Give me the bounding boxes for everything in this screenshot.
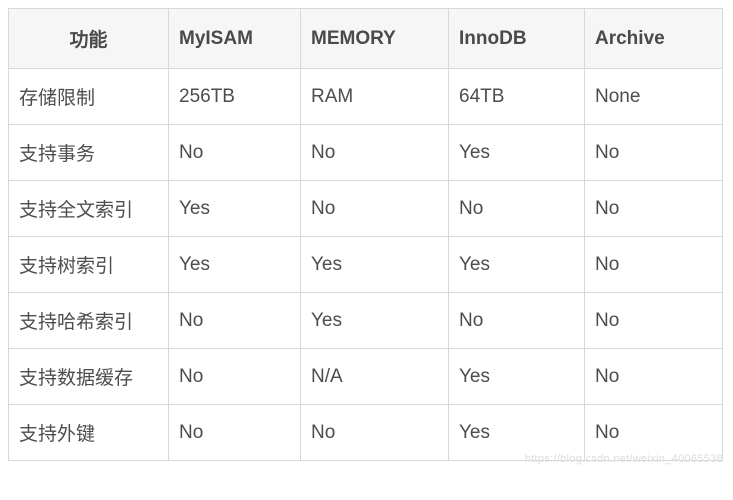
header-memory: MEMORY: [301, 9, 449, 69]
table-row: 支持数据缓存 No N/A Yes No: [9, 349, 723, 405]
cell-value: Yes: [301, 237, 449, 293]
cell-value: No: [585, 293, 723, 349]
cell-value: No: [169, 349, 301, 405]
cell-value: Yes: [301, 293, 449, 349]
cell-value: Yes: [449, 125, 585, 181]
header-archive: Archive: [585, 9, 723, 69]
cell-feature: 支持哈希索引: [9, 293, 169, 349]
table-row: 存储限制 256TB RAM 64TB None: [9, 69, 723, 125]
cell-value: N/A: [301, 349, 449, 405]
header-myisam: MyISAM: [169, 9, 301, 69]
table-row: 支持全文索引 Yes No No No: [9, 181, 723, 237]
cell-value: No: [449, 181, 585, 237]
cell-value: No: [169, 405, 301, 461]
cell-value: No: [169, 125, 301, 181]
cell-value: None: [585, 69, 723, 125]
cell-value: Yes: [449, 237, 585, 293]
cell-value: 64TB: [449, 69, 585, 125]
cell-feature: 支持事务: [9, 125, 169, 181]
cell-value: No: [585, 349, 723, 405]
cell-value: Yes: [169, 237, 301, 293]
table-row: 支持树索引 Yes Yes Yes No: [9, 237, 723, 293]
cell-feature: 支持外键: [9, 405, 169, 461]
cell-value: Yes: [169, 181, 301, 237]
cell-value: Yes: [449, 349, 585, 405]
cell-value: No: [585, 125, 723, 181]
table-row: 支持哈希索引 No Yes No No: [9, 293, 723, 349]
cell-feature: 支持数据缓存: [9, 349, 169, 405]
cell-value: No: [449, 293, 585, 349]
cell-value: 256TB: [169, 69, 301, 125]
header-innodb: InnoDB: [449, 9, 585, 69]
cell-value: No: [169, 293, 301, 349]
cell-value: No: [585, 237, 723, 293]
cell-value: No: [585, 181, 723, 237]
comparison-table: 功能 MyISAM MEMORY InnoDB Archive 存储限制 256…: [8, 8, 723, 461]
watermark-text: https://blog.csdn.net/weixin_40065538: [525, 453, 723, 465]
cell-value: No: [301, 181, 449, 237]
cell-feature: 存储限制: [9, 69, 169, 125]
table-row: 支持事务 No No Yes No: [9, 125, 723, 181]
cell-feature: 支持树索引: [9, 237, 169, 293]
cell-feature: 支持全文索引: [9, 181, 169, 237]
cell-value: RAM: [301, 69, 449, 125]
table-header-row: 功能 MyISAM MEMORY InnoDB Archive: [9, 9, 723, 69]
cell-value: No: [301, 405, 449, 461]
table-body: 存储限制 256TB RAM 64TB None 支持事务 No No Yes …: [9, 69, 723, 461]
header-feature: 功能: [9, 9, 169, 69]
cell-value: No: [301, 125, 449, 181]
